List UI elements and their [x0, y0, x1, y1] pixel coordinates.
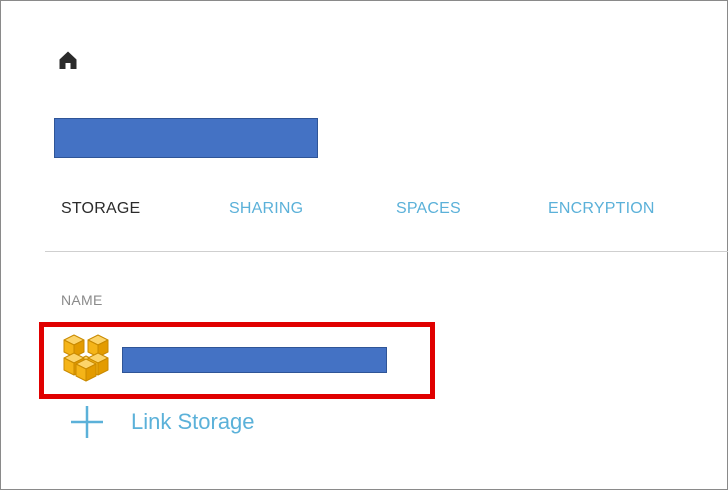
link-storage-button[interactable]: Link Storage [69, 402, 255, 442]
page-title-redacted [54, 118, 318, 158]
column-header-name: NAME [61, 292, 103, 308]
tab-storage[interactable]: STORAGE [61, 200, 140, 218]
tab-encryption[interactable]: ENCRYPTION [548, 200, 655, 218]
link-storage-label: Link Storage [131, 409, 255, 434]
storage-list-item[interactable] [61, 334, 401, 382]
aws-cubes-icon [63, 334, 109, 382]
home-icon[interactable] [58, 50, 78, 70]
tab-spaces[interactable]: SPACES [396, 200, 461, 218]
tab-sharing[interactable]: SHARING [229, 200, 303, 218]
storage-panel: STORAGE SHARING SPACES ENCRYPTION NAME L… [0, 0, 728, 490]
tab-divider [45, 251, 728, 252]
storage-name-redacted [122, 347, 387, 373]
plus-icon [71, 406, 103, 438]
